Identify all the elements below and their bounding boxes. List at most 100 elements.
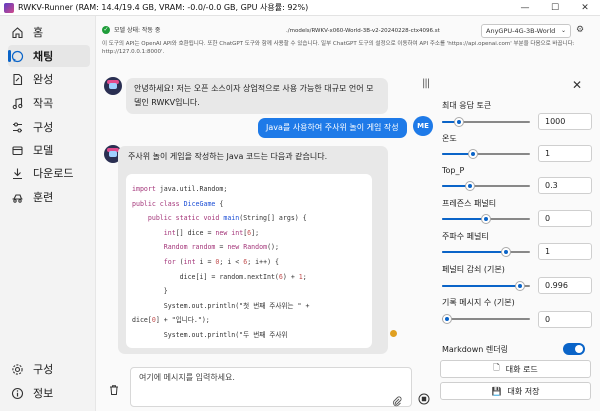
save-icon: 💾 xyxy=(491,386,502,396)
code-token: public class xyxy=(132,199,180,208)
message-input[interactable] xyxy=(139,373,379,382)
markdown-toggle[interactable] xyxy=(563,343,585,355)
record-icon[interactable] xyxy=(418,393,430,405)
code-line: System.out.println("두 번째 주사위 xyxy=(132,328,366,343)
code-token: ; xyxy=(302,272,307,281)
load-conversation-label: 대화 로드 xyxy=(505,364,538,374)
user-message: Java를 사용하여 주사위 놀이 게임 작성 xyxy=(258,118,407,138)
sidebar-item-compose[interactable]: 작곡 xyxy=(8,92,90,114)
chevron-down-icon: ⌄ xyxy=(560,27,566,34)
model-status: ✓ 모델 상태: 작동 중 xyxy=(102,25,160,34)
history-count-slider[interactable] xyxy=(442,314,530,324)
code-token: random xyxy=(191,243,216,252)
sidebar-item-settings[interactable]: 구성 xyxy=(8,358,90,380)
sidebar-item-label: 채팅 xyxy=(33,50,54,63)
settings-sliders-icon xyxy=(10,120,24,134)
code-token: ; i++) { xyxy=(247,257,279,266)
save-conversation-label: 대화 저장 xyxy=(507,386,540,396)
sidebar-item-label: 홈 xyxy=(33,26,44,39)
code-token: DiceGame xyxy=(183,199,216,208)
sidebar-item-config[interactable]: 구성 xyxy=(8,116,90,138)
active-indicator xyxy=(8,50,11,62)
code-token: System.out.println("첫 번째 주사위는 " + xyxy=(132,301,310,310)
top-p-slider[interactable] xyxy=(442,181,530,191)
sidebar-item-label: 다운로드 xyxy=(33,167,74,180)
attach-icon[interactable] xyxy=(392,396,402,410)
frequency-penalty-field[interactable]: 1 xyxy=(538,243,592,260)
sidebar-item-label: 훈련 xyxy=(33,191,54,204)
code-token: [] dice = xyxy=(175,228,216,237)
user-avatar: ME xyxy=(413,116,433,136)
train-icon xyxy=(10,190,24,204)
code-token: System.out.println("두 번째 주사위 xyxy=(132,330,288,339)
document-edit-icon xyxy=(10,72,24,86)
code-line: } xyxy=(132,284,366,299)
sidebar-item-about[interactable]: 정보 xyxy=(8,382,90,404)
sidebar-item-label: 구성 xyxy=(33,363,54,376)
sidebar-item-label: 작곡 xyxy=(33,97,54,110)
robot-icon[interactable]: ⚙ xyxy=(576,25,584,35)
code-token: main xyxy=(223,214,240,223)
load-conversation-button[interactable]: 🗋 대화 로드 xyxy=(440,360,591,378)
sidebar-item-chat[interactable]: 채팅 xyxy=(8,45,90,67)
param-label: 페널티 감쇠 (기본) xyxy=(442,265,505,274)
chat-icon xyxy=(10,49,24,63)
presence-penalty-slider[interactable] xyxy=(442,214,530,224)
frequency-penalty-slider[interactable] xyxy=(442,247,530,257)
sidebar: 홈 채팅 완성 작곡 구성 모델 다운로드 훈련 구성 정보 xyxy=(0,16,95,411)
code-token: public static void xyxy=(147,214,220,223)
message-input-box[interactable] xyxy=(130,367,412,407)
max-tokens-field[interactable]: 1000 xyxy=(538,113,592,130)
sidebar-item-label: 정보 xyxy=(33,387,54,400)
assistant-message: 안녕하세요! 저는 오픈 소스이자 상업적으로 사용 가능한 대규모 언어 모델… xyxy=(126,78,388,114)
code-token: int xyxy=(183,257,196,266)
penalty-decay-field[interactable]: 0.996 xyxy=(538,277,592,294)
minimize-button[interactable]: — xyxy=(510,0,540,16)
sidebar-item-train[interactable]: 훈련 xyxy=(8,186,90,208)
code-line: import java.util.Random; xyxy=(132,182,366,197)
code-token: Random xyxy=(163,243,188,252)
sidebar-item-completion[interactable]: 완성 xyxy=(8,68,90,90)
sidebar-item-label: 완성 xyxy=(33,73,54,86)
maximize-button[interactable]: ☐ xyxy=(540,0,570,16)
presence-penalty-field[interactable]: 0 xyxy=(538,210,592,227)
warning-icon xyxy=(390,330,397,337)
top-p-field[interactable]: 0.3 xyxy=(538,177,592,194)
app-icon xyxy=(4,2,14,13)
close-button[interactable]: ✕ xyxy=(570,0,600,16)
model-status-text: 모델 상태: 작동 중 xyxy=(114,27,161,34)
code-token: new xyxy=(227,243,240,252)
sidebar-item-home[interactable]: 홈 xyxy=(8,21,90,43)
info-icon xyxy=(10,386,24,400)
close-icon[interactable]: ✕ xyxy=(572,78,582,92)
penalty-decay-slider[interactable] xyxy=(442,281,530,291)
temperature-field[interactable]: 1 xyxy=(538,145,592,162)
save-conversation-button[interactable]: 💾 대화 저장 xyxy=(440,382,591,400)
folder-icon: 🗋 xyxy=(493,363,500,372)
code-token: for xyxy=(163,257,176,266)
panel-resize-icon[interactable]: ||| xyxy=(422,78,430,89)
code-block: import java.util.Random; public class Dic… xyxy=(126,174,372,348)
code-line: System.out.println("첫 번째 주사위는 " + xyxy=(132,299,366,314)
code-token: dice[ xyxy=(132,316,152,325)
sidebar-item-downloads[interactable]: 다운로드 xyxy=(8,162,90,184)
trash-icon[interactable] xyxy=(108,384,120,399)
param-label: 기록 메시지 수 (기본) xyxy=(442,298,515,307)
sidebar-item-label: 구성 xyxy=(33,121,54,134)
code-token: = xyxy=(215,243,228,252)
code-line: Random random = new Random(); xyxy=(132,240,366,255)
gear-icon xyxy=(10,362,24,376)
history-count-field[interactable]: 0 xyxy=(538,311,592,328)
code-token: Random xyxy=(243,243,268,252)
temperature-slider[interactable] xyxy=(442,149,530,159)
download-icon xyxy=(10,166,24,180)
title-bar: RWKV-Runner (RAM: 14.4/19.4 GB, VRAM: -0… xyxy=(0,0,600,16)
code-line: dice[i] = random.nextInt(6) + 1; xyxy=(132,270,366,285)
model-config-select[interactable]: AnyGPU-4G-3B-World ⌄ xyxy=(481,24,571,38)
code-token: { xyxy=(215,199,224,208)
sidebar-item-models[interactable]: 모델 xyxy=(8,139,90,161)
param-label: Top_P xyxy=(442,166,465,175)
max-tokens-slider[interactable] xyxy=(442,117,530,127)
